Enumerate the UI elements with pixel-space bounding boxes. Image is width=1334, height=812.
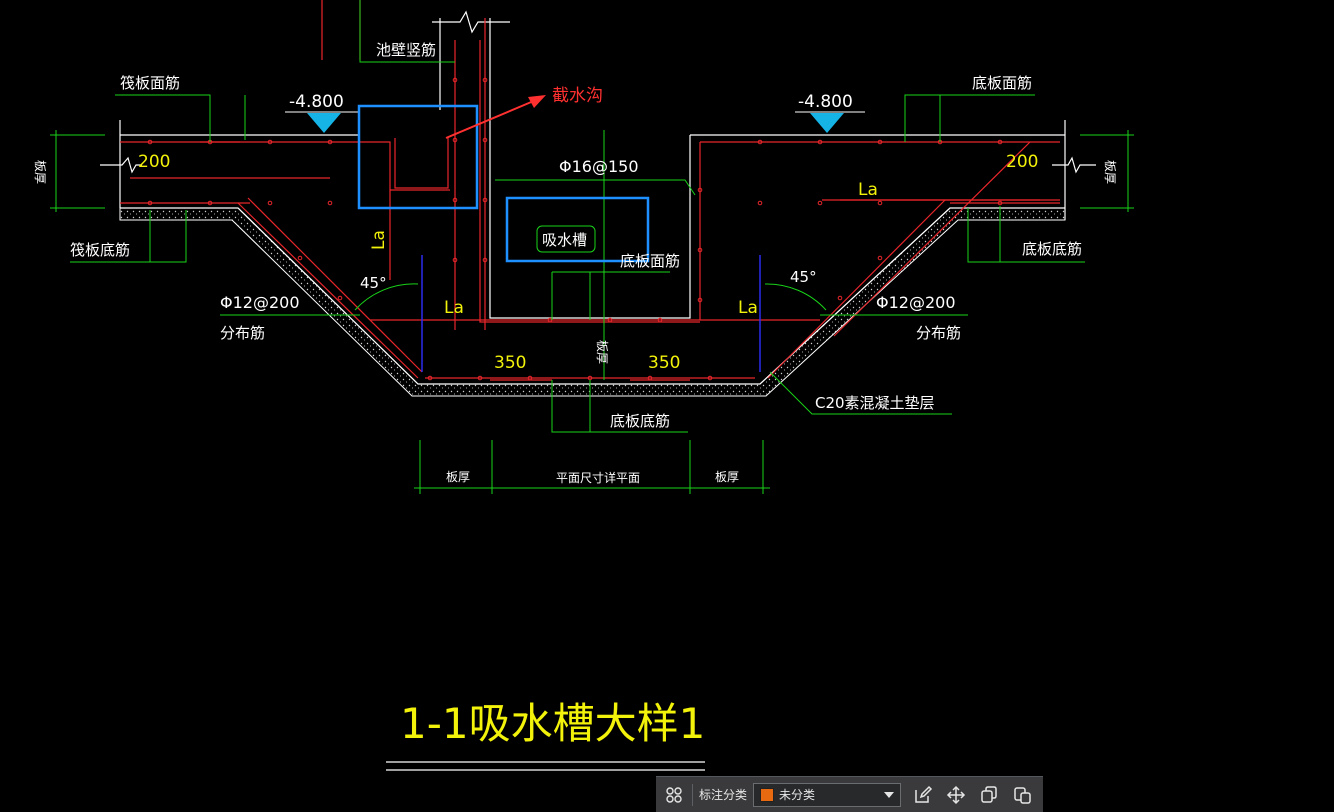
angle-right-label: 45° — [790, 268, 817, 286]
dim-slab-left: 板厚 — [446, 470, 470, 484]
level-marker-right — [795, 111, 865, 133]
la-vertical: La — [369, 230, 389, 250]
cad-drawing[interactable]: 池壁竖筋 筏板面筋 筏板底筋 底板面筋 底板底筋 底板面筋 底板底筋 吸水槽 分… — [0, 0, 1334, 812]
distribution-bars-right-label: 分布筋 — [916, 324, 961, 342]
category-label: 标注分类 — [699, 788, 748, 802]
dim-slab-right: 板厚 — [715, 470, 739, 484]
category-select[interactable]: 未分类 — [753, 782, 902, 807]
la-right-top: La — [858, 180, 878, 200]
rebar-dots — [147, 77, 1003, 381]
category-color-swatch — [760, 787, 775, 802]
highlight-box-ditch[interactable] — [357, 104, 479, 210]
distribution-spec-left: Φ12@200 — [220, 293, 300, 312]
la-left: La — [444, 298, 464, 318]
axis-lines — [421, 255, 761, 372]
toolbar-divider — [692, 783, 693, 806]
slab-top-bars-center-label: 底板面筋 — [620, 252, 680, 270]
cushion-label: C20素混凝土垫层 — [815, 394, 935, 412]
grid-icon[interactable] — [662, 783, 686, 807]
dim-200-left: 200 — [138, 152, 170, 172]
annotation-toolbar: 标注分类 未分类 — [656, 776, 1043, 812]
rebar-lines — [120, 0, 1060, 381]
sump-label: 吸水槽 — [542, 231, 587, 249]
dropdown-arrow-icon — [884, 788, 895, 802]
copy-icon[interactable] — [977, 783, 1001, 807]
paste-icon[interactable] — [1010, 783, 1034, 807]
dim-200-right: 200 — [1006, 152, 1038, 172]
distribution-bars-left-label: 分布筋 — [220, 324, 265, 342]
level-left-value: -4.800 — [289, 92, 344, 112]
edit-icon[interactable] — [911, 783, 935, 807]
slab-thickness-left-edge: 板厚 — [33, 160, 47, 184]
dim-350-right: 350 — [648, 353, 680, 373]
distribution-spec-right: Φ12@200 — [876, 293, 956, 312]
slab-bottom-bars-right-label: 底板底筋 — [1022, 240, 1082, 258]
pool-wall-bars-label: 池壁竖筋 — [376, 41, 436, 59]
category-select-value: 未分类 — [779, 788, 816, 802]
slab-thickness-right-edge: 板厚 — [1103, 160, 1117, 184]
slab-thickness-center: 板厚 — [595, 340, 609, 364]
drawing-title: 1-1吸水槽大样1 — [400, 699, 705, 748]
raft-top-bars-label: 筏板面筋 — [120, 74, 180, 92]
intercept-ditch-label: 截水沟 — [552, 86, 603, 106]
raft-bottom-bars-label: 筏板底筋 — [70, 241, 130, 259]
la-right: La — [738, 298, 758, 318]
annotation-arrow — [445, 95, 546, 139]
slab-top-bars-right-label: 底板面筋 — [972, 74, 1032, 92]
level-right-value: -4.800 — [798, 92, 853, 112]
level-marker-left — [285, 111, 360, 133]
toolbar-tools — [911, 783, 1034, 807]
dim-350-left: 350 — [494, 353, 526, 373]
rebar-spec-center: Φ16@150 — [559, 157, 639, 176]
slab-bottom-bars-center-label: 底板底筋 — [610, 412, 670, 430]
move-icon[interactable] — [944, 783, 968, 807]
dim-plan: 平面尺寸详平面 — [556, 470, 640, 485]
angle-left-label: 45° — [360, 274, 387, 292]
